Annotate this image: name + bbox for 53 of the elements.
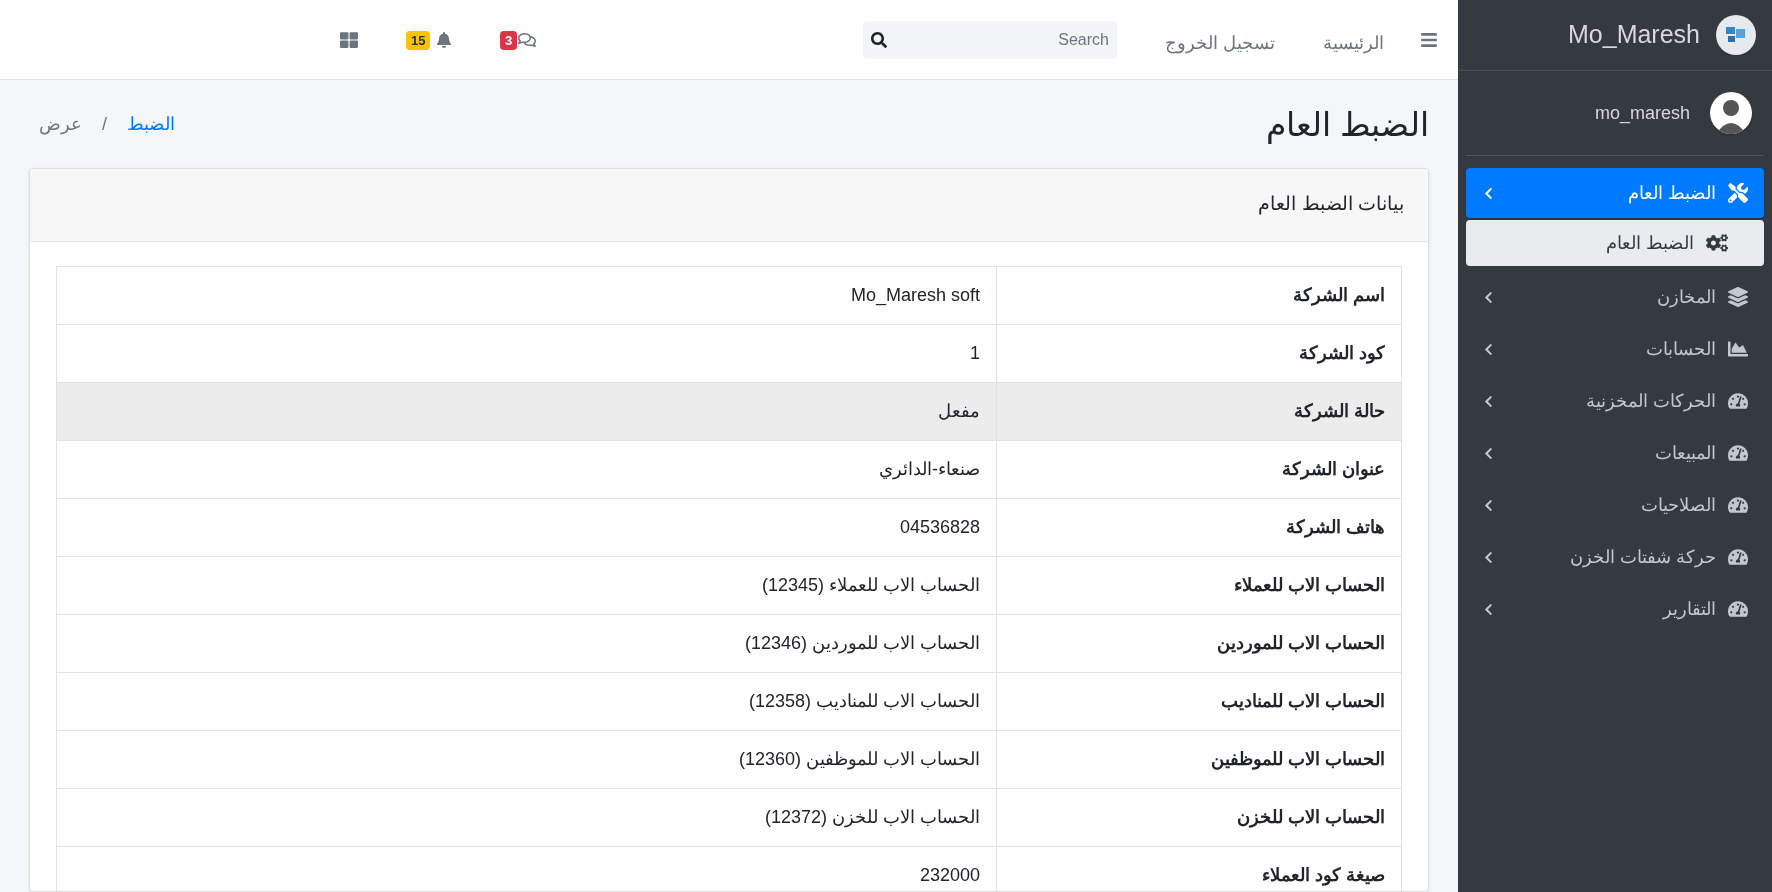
row-label: اسم الشركة: [996, 266, 1402, 324]
table-cell: 1: [56, 324, 997, 382]
nav-label: المخازن: [1657, 285, 1716, 310]
nav-item[interactable]: الضبط العام: [1466, 168, 1764, 218]
row-label: الحساب الاب للموردين: [996, 614, 1402, 672]
page-title: الضبط العام: [1265, 105, 1429, 146]
table-cell: مفعل: [56, 382, 997, 440]
nav-label: الضبط العام: [1628, 181, 1716, 206]
row-label: الحساب الاب للموظفين: [996, 730, 1402, 788]
search-field[interactable]: Search: [863, 20, 1117, 59]
nav-item[interactable]: الحسابات: [1466, 324, 1764, 374]
breadcrumb-current: عرض: [39, 113, 82, 137]
row-label: صيغة كود العملاء: [996, 846, 1402, 891]
count-badge: 15: [406, 30, 431, 50]
row-label: عنوان الشركة: [996, 440, 1402, 498]
table-cell: الحساب الاب للموظفين (12360): [56, 730, 997, 788]
row-label: كود الشركة: [996, 324, 1402, 382]
table-cell: الحساب الاب للخزن (12372): [56, 788, 997, 846]
nav-label: الضبط العام: [1606, 231, 1694, 256]
notifications-button[interactable]: 15: [406, 24, 452, 55]
nav-item[interactable]: الحركات المخزنية: [1466, 376, 1764, 426]
table-cell: الحساب الاب للعملاء (12345): [56, 556, 997, 614]
row-label: الحساب الاب للخزن: [996, 788, 1402, 846]
table-cell: Mo_Maresh soft: [56, 266, 997, 324]
nav-label: الحركات المخزنية: [1586, 389, 1716, 414]
nav-link[interactable]: الرئيسية: [1323, 30, 1384, 57]
messages-button[interactable]: 3: [500, 24, 540, 55]
nav-item[interactable]: حركة شفتات الخزن: [1466, 532, 1764, 582]
table-cell: صنعاء-الدائري: [56, 440, 997, 498]
card-title: بيانات الضبط العام: [1258, 192, 1404, 217]
user-name: mo_maresh: [1594, 101, 1690, 126]
breadcrumb-separator: /: [102, 113, 107, 137]
nav-label: المبيعات: [1655, 441, 1716, 465]
nav-subitem[interactable]: الضبط العام: [1466, 220, 1764, 266]
nav-label: حركة شفتات الخزن: [1570, 545, 1716, 570]
nav-item[interactable]: التقارير: [1466, 584, 1764, 634]
nav-label: الحسابات: [1646, 337, 1716, 361]
count-badge: 3: [500, 30, 518, 50]
table-cell: 04536828: [56, 498, 997, 556]
row-label: الحساب الاب للعملاء: [996, 556, 1402, 614]
nav-item[interactable]: المخازن: [1466, 272, 1764, 322]
row-label: هاتف الشركة: [996, 498, 1402, 556]
table-cell: الحساب الاب للموردين (12346): [56, 614, 997, 672]
nav-label: الصلاحيات: [1641, 493, 1716, 517]
row-label: حالة الشركة: [996, 382, 1402, 440]
row-label: الحساب الاب للمناديب: [996, 672, 1402, 730]
nav-item[interactable]: المبيعات: [1466, 428, 1764, 478]
table-cell: الحساب الاب للمناديب (12358): [56, 672, 997, 730]
nav-label: التقارير: [1663, 597, 1716, 622]
breadcrumb-link[interactable]: الضبط: [127, 111, 175, 139]
nav-link[interactable]: تسجيل الخروج: [1165, 30, 1275, 57]
brand-name: Mo_Maresh: [1568, 19, 1700, 51]
nav-item[interactable]: الصلاحيات: [1466, 480, 1764, 530]
